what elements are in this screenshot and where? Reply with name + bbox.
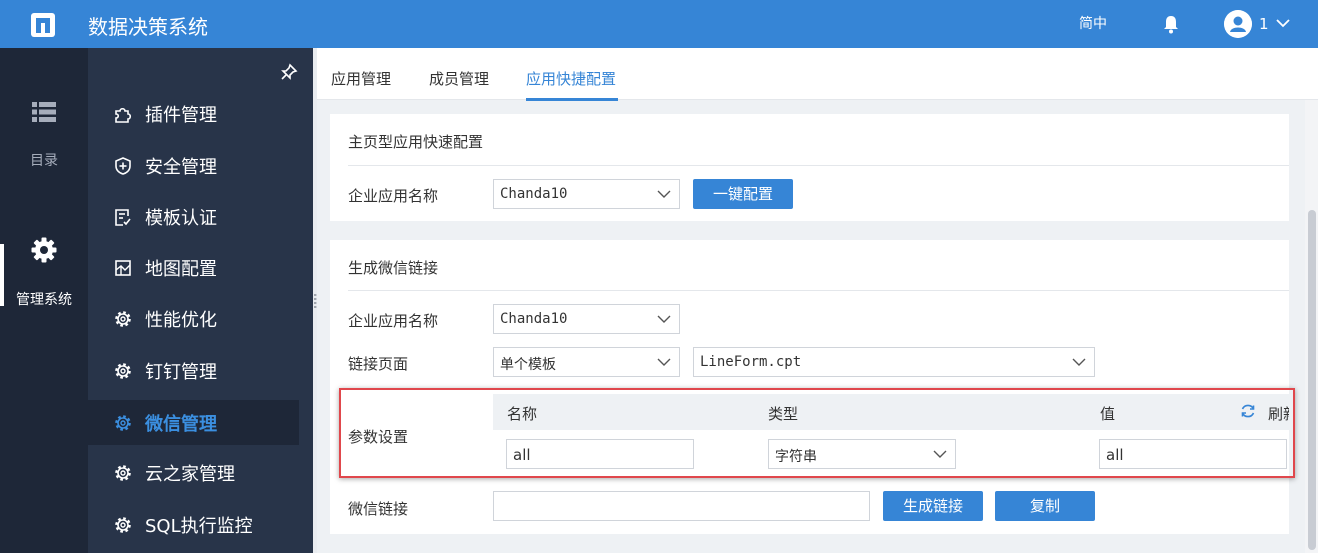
gear-icon xyxy=(115,517,131,533)
link-page-type-select[interactable]: 单个模板 xyxy=(493,347,680,377)
select-value: Chanda10 xyxy=(500,186,568,202)
divider xyxy=(348,290,1289,291)
bell-icon[interactable] xyxy=(1162,14,1180,34)
app-name-label: 企业应用名称 xyxy=(348,187,439,205)
params-highlight-box xyxy=(339,388,1295,478)
app-title: 数据决策系统 xyxy=(88,15,208,39)
nav-rail: 目录 管理系统 xyxy=(0,48,88,553)
sidebar-item-label: 插件管理 xyxy=(145,105,217,126)
app-name-select[interactable]: Chanda10 xyxy=(493,179,680,209)
sidebar-item-wechat[interactable]: 微信管理 xyxy=(88,400,299,445)
wechat-link-panel: 生成微信链接 xyxy=(330,240,1289,534)
divider xyxy=(348,165,1289,166)
sidebar-item-label: 性能优化 xyxy=(145,310,217,331)
map-icon xyxy=(115,260,131,276)
avatar-icon[interactable] xyxy=(1224,10,1252,38)
sidebar-item-performance[interactable]: 性能优化 xyxy=(88,296,299,341)
gear-icon xyxy=(115,415,131,431)
rail-item-management[interactable]: 管理系统 xyxy=(0,236,88,332)
template-file-select[interactable]: LineForm.cpt xyxy=(693,347,1095,377)
link-page-label: 链接页面 xyxy=(348,355,409,373)
tab-bar: 应用管理 成员管理 应用快捷配置 xyxy=(317,48,1318,100)
wechat-app-name-select[interactable]: Chanda10 xyxy=(493,304,680,334)
scrollbar-thumb[interactable] xyxy=(1308,210,1316,550)
top-bar: 数据决策系统 简中 1 xyxy=(0,0,1318,48)
fine-logo-icon xyxy=(31,13,55,37)
sidebar-item-template-cert[interactable]: 模板认证 xyxy=(88,194,299,239)
sidebar-item-label: SQL执行监控 xyxy=(145,516,253,537)
gear-icon xyxy=(31,237,57,263)
one-click-config-button[interactable]: 一键配置 xyxy=(693,179,793,209)
list-icon xyxy=(32,102,56,122)
sidebar-item-map[interactable]: 地图配置 xyxy=(88,245,299,290)
sidebar-item-label: 安全管理 xyxy=(145,157,217,178)
shield-icon xyxy=(115,157,131,175)
chevron-down-icon xyxy=(657,190,671,198)
sidebar-item-label: 微信管理 xyxy=(145,414,217,435)
sidebar-item-label: 模板认证 xyxy=(145,208,217,229)
gear-icon xyxy=(115,363,131,379)
select-value: 单个模板 xyxy=(500,357,556,373)
panel-title: 生成微信链接 xyxy=(348,259,439,277)
tab-app-quick-config[interactable]: 应用快捷配置 xyxy=(526,68,616,89)
quick-config-panel: 主页型应用快速配置 xyxy=(330,114,1289,221)
wechat-link-input[interactable] xyxy=(493,491,870,521)
wechat-link-label: 微信链接 xyxy=(348,500,409,518)
chevron-down-icon[interactable] xyxy=(1275,16,1291,30)
username[interactable]: 1 xyxy=(1259,15,1269,33)
active-tab-indicator xyxy=(526,98,618,101)
rail-label-directory: 目录 xyxy=(30,153,58,169)
tab-app-management[interactable]: 应用管理 xyxy=(331,68,391,89)
tab-member-management[interactable]: 成员管理 xyxy=(429,68,489,89)
rail-label-management: 管理系统 xyxy=(16,292,72,308)
sidebar-item-yunzhijia[interactable]: 云之家管理 xyxy=(88,450,299,495)
gear-icon xyxy=(115,465,131,481)
chevron-down-icon xyxy=(1072,358,1086,366)
select-value: LineForm.cpt xyxy=(700,354,802,370)
app-name-label: 企业应用名称 xyxy=(348,312,439,330)
chevron-down-icon xyxy=(657,358,671,366)
generate-link-button[interactable]: 生成链接 xyxy=(883,491,983,521)
panel-title: 主页型应用快速配置 xyxy=(348,133,484,151)
sidebar-item-label: 地图配置 xyxy=(145,259,217,280)
gear-icon xyxy=(115,311,131,327)
template-cert-icon xyxy=(115,209,131,226)
plugin-icon xyxy=(115,107,132,123)
sidebar-item-plugins[interactable]: 插件管理 xyxy=(88,91,299,136)
pin-icon[interactable] xyxy=(280,63,298,81)
sidebar-item-dingtalk[interactable]: 钉钉管理 xyxy=(88,348,299,393)
language-switch[interactable]: 简中 xyxy=(1079,13,1107,33)
chevron-down-icon xyxy=(657,315,671,323)
sidebar-item-sql-monitor[interactable]: SQL执行监控 xyxy=(88,502,299,547)
sidebar-item-label: 云之家管理 xyxy=(145,464,235,485)
sidebar-item-security[interactable]: 安全管理 xyxy=(88,143,299,188)
select-value: Chanda10 xyxy=(500,311,568,327)
copy-button[interactable]: 复制 xyxy=(995,491,1095,521)
sidebar-item-label: 钉钉管理 xyxy=(145,362,217,383)
rail-item-directory[interactable]: 目录 xyxy=(0,88,88,184)
